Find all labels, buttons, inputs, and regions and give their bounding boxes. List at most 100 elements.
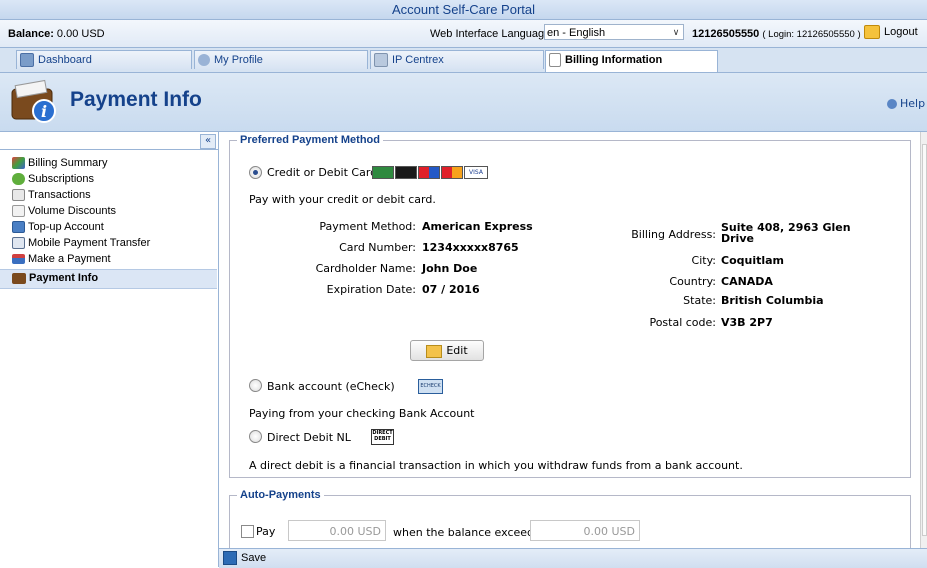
when-balance-exceeds-label: when the balance exceeds [393,526,540,539]
balance-value: 0.00 USD [56,28,105,40]
tab-bar: Dashboard My Profile IP Centrex Billing … [0,48,927,73]
logout-label: Logout [884,26,918,38]
login-text: ( Login: 12126505550 ) [762,29,861,40]
tab-label: Billing Information [565,54,663,66]
edit-button[interactable]: Edit [410,340,484,361]
sidebar-item-volume-discounts[interactable]: Volume Discounts [12,203,116,219]
sidebar-item-transactions[interactable]: Transactions [12,187,91,203]
city-value: Coquitlam [721,254,785,267]
divider [0,149,218,150]
main-content: Preferred Payment Method Credit or Debit… [219,132,927,548]
vertical-scrollbar[interactable] [920,132,927,548]
sidebar-item-label: Top-up Account [28,221,104,233]
sidebar-item-label: Volume Discounts [28,205,117,217]
collapse-sidebar-button[interactable]: « [200,134,216,149]
document-icon [549,53,561,68]
payment-method-value: American Express [422,220,533,233]
balance: Balance: 0.00 USD [8,28,105,40]
wallet-icon [12,272,26,284]
card-number-label: Card Number: [339,241,416,254]
sidebar-item-subscriptions[interactable]: Subscriptions [12,171,94,187]
dashboard-icon [20,53,34,68]
sidebar-item-billing-summary[interactable]: Billing Summary [12,155,107,171]
sidebar-item-top-up-account[interactable]: Top-up Account [12,219,104,235]
card-logos: VISA [372,165,489,179]
language-label: Web Interface Language: [430,28,554,40]
direct-debit-option-label: Direct Debit NL [267,431,351,444]
help-label: Help [900,97,926,110]
cardholder-label: Cardholder Name: [315,262,416,275]
sidebar-item-label: Mobile Payment Transfer [28,237,151,249]
chevron-down-icon[interactable]: ∨ [669,25,683,39]
sidebar-item-label: Transactions [28,189,91,201]
balance-threshold-input[interactable]: 0.00 USD [530,520,640,541]
logout-button[interactable]: Logout [864,23,918,41]
payment-method-label: Payment Method: [319,220,416,233]
country-value: CANADA [721,275,773,288]
city-label: City: [691,254,716,267]
transactions-icon [12,189,25,202]
wallet-icon: i [11,79,56,123]
chart-icon [12,157,25,170]
tab-ip-centrex[interactable]: IP Centrex [370,50,544,69]
info-bar: Balance: 0.00 USD Web Interface Language… [0,20,927,48]
payment-icon [12,254,25,265]
scrollbar-thumb[interactable] [922,144,927,536]
tab-label: My Profile [214,54,263,66]
preferred-payment-legend: Preferred Payment Method [237,134,383,146]
language-value: en - English [547,27,606,39]
auto-payments-legend: Auto-Payments [237,489,324,501]
direct-debit-icon: DIRECT DEBIT [371,429,394,445]
sidebar-item-mobile-payment-transfer[interactable]: Mobile Payment Transfer [12,235,150,251]
footer-toolbar: Save [219,548,927,568]
bank-account-radio[interactable] [249,379,262,392]
tab-my-profile[interactable]: My Profile [194,50,368,69]
help-icon [887,99,897,109]
expiration-label: Expiration Date: [326,283,416,296]
preferred-payment-fieldset [229,140,911,478]
language-select[interactable]: en - English ∨ [544,24,684,40]
billing-address-label: Billing Address: [631,228,716,241]
tab-label: IP Centrex [392,54,444,66]
bank-account-option-label: Bank account (eCheck) [267,380,395,393]
tab-dashboard[interactable]: Dashboard [16,50,192,69]
visa-icon: VISA [464,165,488,179]
card-logo-icon [395,165,417,179]
help-link[interactable]: Help [887,97,925,110]
save-button[interactable]: Save [223,551,266,566]
maestro-icon [441,165,463,179]
edit-label: Edit [446,344,468,357]
credit-card-option-label: Credit or Debit Card [267,166,378,179]
echeck-icon: ECHECK [418,379,443,394]
lock-icon [864,25,880,40]
subscriptions-icon [12,173,25,186]
tab-billing-information[interactable]: Billing Information [545,50,718,72]
save-label: Save [241,552,267,564]
page-header: i Payment Info Help [0,73,927,132]
mobile-transfer-icon [12,237,25,250]
network-icon [374,53,388,68]
cardholder-value: John Doe [422,262,478,275]
sidebar-item-payment-info[interactable]: Payment Info [12,270,98,286]
card-number-value: 1234xxxxx8765 [422,241,519,254]
sidebar-item-make-a-payment[interactable]: Make a Payment [12,251,111,267]
pay-amount-input[interactable]: 0.00 USD [288,520,386,541]
postal-code-label: Postal code: [649,316,716,329]
credit-card-radio[interactable] [249,166,262,179]
discount-icon [12,205,25,218]
save-icon [223,551,237,566]
user-icon [198,54,210,67]
billing-address-line2: Drive [721,232,754,245]
state-value: British Columbia [721,294,824,307]
auto-pay-checkbox[interactable] [241,525,254,538]
window-title: Account Self-Care Portal [0,0,927,20]
page-title: Payment Info [70,88,202,111]
sidebar-item-label: Subscriptions [28,173,95,185]
direct-debit-radio[interactable] [249,430,262,443]
sidebar-item-label: Make a Payment [28,253,111,265]
direct-debit-description: A direct debit is a financial transactio… [249,459,743,472]
mastercard-icon [418,165,440,179]
direct-debit-icon-text: DEBIT [374,436,391,442]
sidebar-item-label: Billing Summary [28,157,108,169]
svg-text:i: i [41,102,47,121]
